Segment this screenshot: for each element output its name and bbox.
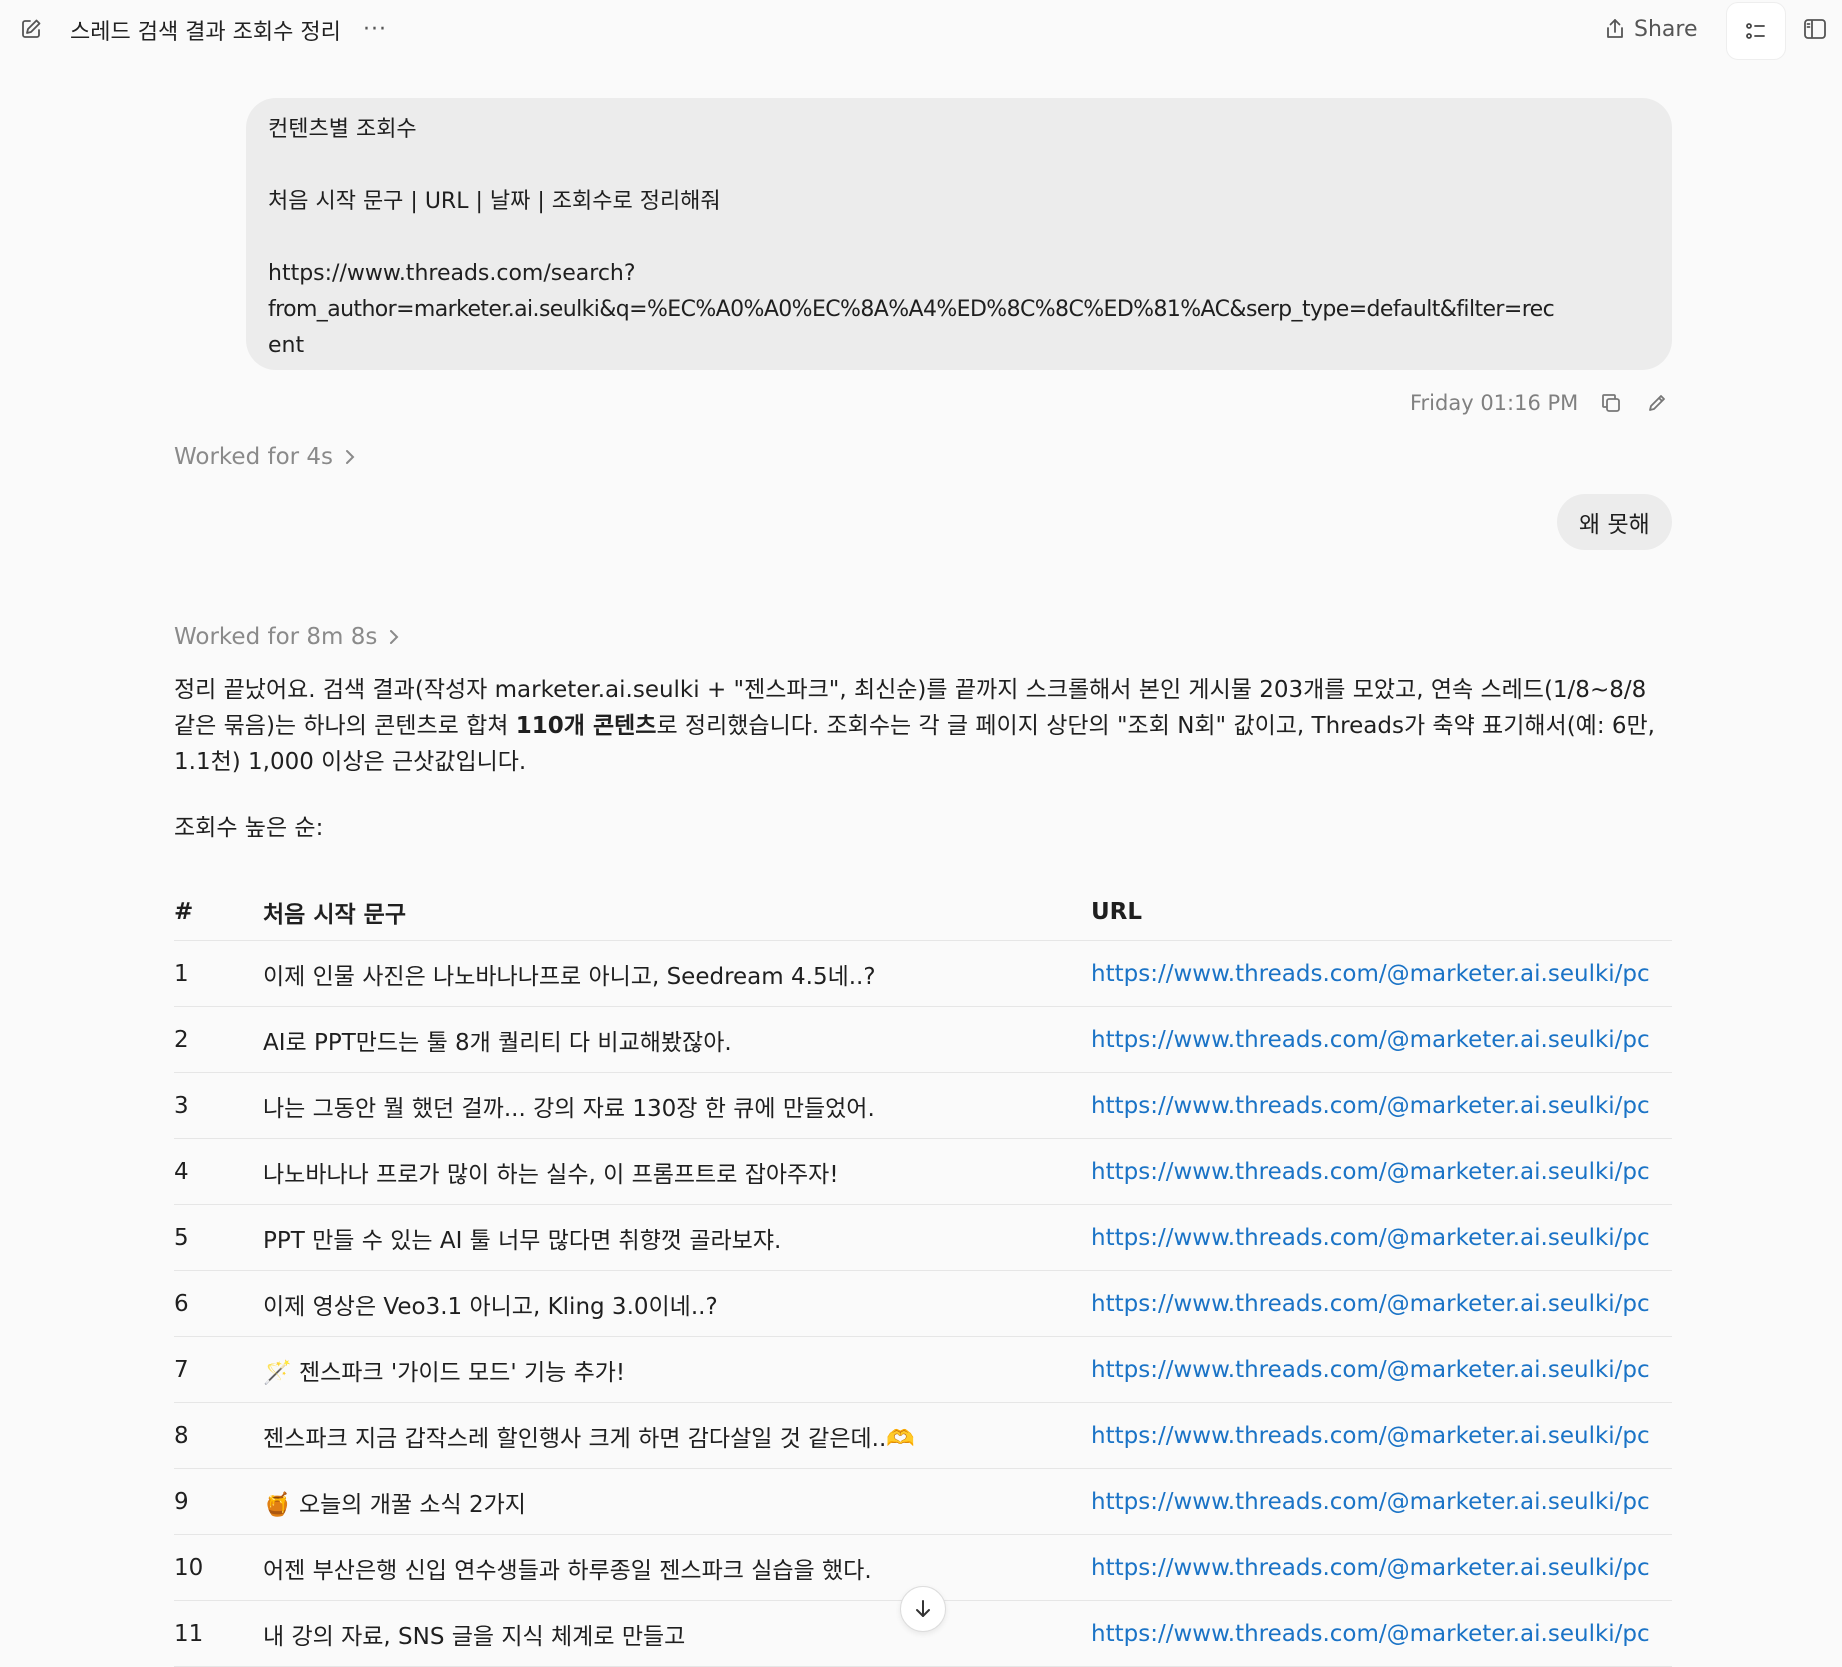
- table-row: 7 🪄 젠스파크 '가이드 모드' 기능 추가! https://www.threa…: [174, 1337, 1672, 1403]
- row-number: 5: [174, 1224, 189, 1251]
- table-header: # 처음 시작 문구 URL: [174, 884, 1672, 941]
- row-url-link[interactable]: https://www.threads.com/@marketer.ai.seu…: [1091, 960, 1650, 987]
- row-number: 8: [174, 1422, 189, 1449]
- more-options-button[interactable]: ···: [358, 12, 392, 46]
- edit-icon[interactable]: [14, 12, 48, 46]
- assistant-message: 정리 끝났어요. 검색 결과(작성자 marketer.ai.seulki + …: [174, 672, 1674, 780]
- top-bar: 스레드 검색 결과 조회수 정리 ··· Share: [0, 0, 1842, 60]
- row-url-link[interactable]: https://www.threads.com/@marketer.ai.seu…: [1091, 1356, 1650, 1383]
- worked-label: Worked for 4s: [174, 444, 334, 470]
- row-start-phrase: AI로 PPT만드는 툴 8개 퀄리티 다 비교해봤잖아.: [263, 1029, 732, 1056]
- row-url-link[interactable]: https://www.threads.com/@marketer.ai.seu…: [1091, 1158, 1650, 1185]
- results-table: # 처음 시작 문구 URL 1 이제 인물 사진은 나노바나나프로 아니고, S…: [174, 884, 1672, 1667]
- row-url-link[interactable]: https://www.threads.com/@marketer.ai.seu…: [1091, 1554, 1650, 1581]
- message-line: ent: [268, 333, 305, 358]
- message-line: [268, 220, 1650, 256]
- row-number: 9: [174, 1488, 189, 1515]
- table-row: 8 젠스파크 지금 갑작스레 할인행사 크게 하면 감다살일 것 같은데..🫶 ht…: [174, 1403, 1672, 1469]
- arrow-down-icon: [912, 1598, 934, 1620]
- worked-toggle[interactable]: Worked for 8m 8s: [174, 624, 401, 650]
- table-row: 3 나는 그동안 뭘 했던 걸까... 강의 자료 130장 한 큐에 만들었어.…: [174, 1073, 1672, 1139]
- table-row: 5 PPT 만들 수 있는 AI 툴 너무 많다면 취향껏 골라보쟈. https:…: [174, 1205, 1672, 1271]
- column-header: #: [174, 899, 194, 925]
- table-row: 2 AI로 PPT만드는 툴 8개 퀄리티 다 비교해봤잖아. https://ww…: [174, 1007, 1672, 1073]
- row-start-phrase: PPT 만들 수 있는 AI 툴 너무 많다면 취향껏 골라보쟈.: [263, 1227, 782, 1254]
- row-start-phrase: 나는 그동안 뭘 했던 걸까... 강의 자료 130장 한 큐에 만들었어.: [263, 1095, 875, 1122]
- row-url-link[interactable]: https://www.threads.com/@marketer.ai.seu…: [1091, 1290, 1650, 1317]
- conversation-title[interactable]: 스레드 검색 결과 조회수 정리: [70, 14, 341, 46]
- chevron-right-icon: [387, 627, 401, 647]
- worked-label: Worked for 8m 8s: [174, 624, 378, 650]
- pencil-icon[interactable]: [1644, 390, 1670, 416]
- table-row: 1 이제 인물 사진은 나노바나나프로 아니고, Seedream 4.5네..?…: [174, 941, 1672, 1007]
- row-start-phrase: 이제 인물 사진은 나노바나나프로 아니고, Seedream 4.5네..?: [263, 963, 876, 990]
- row-url-link[interactable]: https://www.threads.com/@marketer.ai.seu…: [1091, 1620, 1650, 1647]
- message-line: [268, 148, 1650, 184]
- share-label: Share: [1634, 16, 1698, 42]
- row-start-phrase: 나노바나나 프로가 많이 하는 실수, 이 프롬프트로 잡아주자!: [263, 1161, 839, 1188]
- message-line: 처음 시작 문구 | URL | 날짜 | 조회수로 정리해줘: [268, 189, 721, 214]
- row-number: 7: [174, 1356, 189, 1383]
- user-message: 컨텐츠별 조회수 처음 시작 문구 | URL | 날짜 | 조회수로 정리해줘…: [246, 98, 1672, 370]
- list-icon: [1744, 19, 1768, 43]
- row-url-link[interactable]: https://www.threads.com/@marketer.ai.seu…: [1091, 1224, 1650, 1251]
- row-url-link[interactable]: https://www.threads.com/@marketer.ai.seu…: [1091, 1092, 1650, 1119]
- copy-icon[interactable]: [1598, 390, 1624, 416]
- row-start-phrase: 어젠 부산은행 신입 연수생들과 하루종일 젠스파크 실습을 했다.: [263, 1557, 872, 1584]
- row-url-link[interactable]: https://www.threads.com/@marketer.ai.seu…: [1091, 1026, 1650, 1053]
- row-start-phrase: 🍯 오늘의 개꿀 소식 2가지: [263, 1491, 526, 1518]
- row-start-phrase: 젠스파크 지금 갑작스레 할인행사 크게 하면 감다살일 것 같은데..🫶: [263, 1425, 915, 1452]
- message-line: https://www.threads.com/search?: [268, 261, 636, 286]
- table-row: 4 나노바나나 프로가 많이 하는 실수, 이 프롬프트로 잡아주자! https:…: [174, 1139, 1672, 1205]
- message-line: 컨텐츠별 조회수: [268, 117, 417, 142]
- table-row: 6 이제 영상은 Veo3.1 아니고, Kling 3.0이네..? https:…: [174, 1271, 1672, 1337]
- answer-subheading: 조회수 높은 순:: [174, 815, 324, 841]
- scroll-down-button[interactable]: [900, 1586, 946, 1632]
- share-button[interactable]: Share: [1604, 12, 1698, 46]
- worked-toggle[interactable]: Worked for 4s: [174, 444, 357, 470]
- row-number: 6: [174, 1290, 189, 1317]
- row-url-link[interactable]: https://www.threads.com/@marketer.ai.seu…: [1091, 1488, 1650, 1515]
- answer-bold: 110개 콘텐츠: [515, 713, 657, 739]
- share-icon: [1604, 17, 1626, 41]
- table-row: 9 🍯 오늘의 개꿀 소식 2가지 https://www.threads.com/…: [174, 1469, 1672, 1535]
- row-start-phrase: 🪄 젠스파크 '가이드 모드' 기능 추가!: [263, 1359, 626, 1386]
- user-message: 왜 못해: [1557, 494, 1672, 550]
- row-start-phrase: 내 강의 자료, SNS 글을 지식 체계로 만들고: [263, 1623, 686, 1650]
- row-start-phrase: 이제 영상은 Veo3.1 아니고, Kling 3.0이네..?: [263, 1293, 718, 1320]
- row-number: 1: [174, 960, 189, 987]
- row-number: 10: [174, 1554, 204, 1581]
- message-timestamp: Friday 01:16 PM: [1410, 391, 1579, 415]
- row-number: 3: [174, 1092, 189, 1119]
- chevron-right-icon: [343, 447, 357, 467]
- row-number: 2: [174, 1026, 189, 1053]
- list-toggle-button[interactable]: [1726, 2, 1786, 60]
- row-url-link[interactable]: https://www.threads.com/@marketer.ai.seu…: [1091, 1422, 1650, 1449]
- column-header: 처음 시작 문구: [263, 902, 406, 928]
- message-line: from_author=marketer.ai.seulki&q=%EC%A0%…: [268, 297, 1555, 322]
- message-meta: Friday 01:16 PM: [1410, 390, 1670, 416]
- column-header: URL: [1091, 899, 1143, 925]
- message-text: 왜 못해: [1579, 512, 1650, 538]
- row-number: 4: [174, 1158, 189, 1185]
- sidebar-panel-icon[interactable]: [1798, 12, 1832, 46]
- row-number: 11: [174, 1620, 204, 1647]
